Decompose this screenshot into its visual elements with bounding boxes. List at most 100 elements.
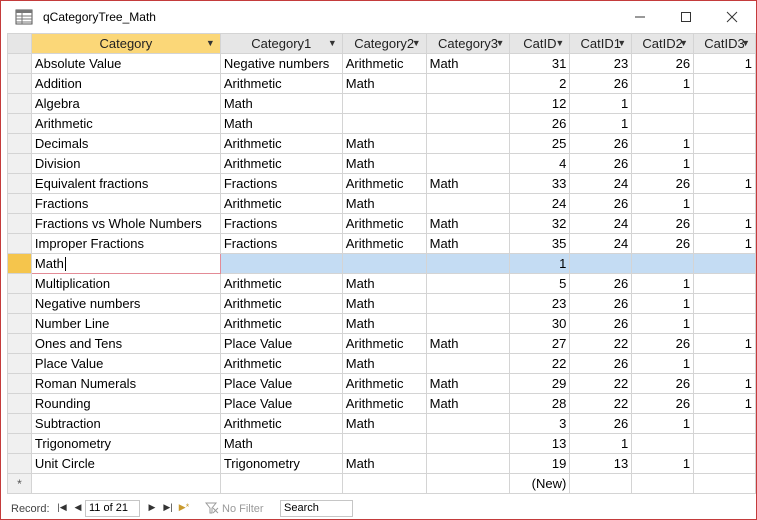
table-cell[interactable]: 1 [693, 373, 756, 394]
table-cell[interactable] [219, 253, 343, 274]
table-cell[interactable]: Arithmetic [219, 133, 343, 154]
table-cell[interactable]: Negative numbers [219, 53, 343, 74]
table-cell[interactable]: Math [341, 453, 427, 474]
table-cell[interactable]: Place Value [30, 353, 221, 374]
column-header-catid3[interactable]: CatID3 ▼ [693, 33, 756, 54]
table-cell[interactable]: Arithmetic [30, 113, 221, 134]
table-cell[interactable]: 3 [509, 413, 571, 434]
table-cell[interactable]: Arithmetic [341, 393, 427, 414]
table-cell[interactable] [425, 273, 511, 294]
table-cell[interactable] [693, 433, 756, 454]
table-cell[interactable]: Arithmetic [219, 353, 343, 374]
table-cell[interactable]: 1 [631, 273, 695, 294]
no-filter-button[interactable]: No Filter [222, 503, 264, 515]
table-cell[interactable]: Math [30, 253, 221, 274]
table-cell[interactable]: Math [341, 313, 427, 334]
record-selector[interactable] [7, 213, 32, 234]
table-cell[interactable]: Fractions [219, 173, 343, 194]
table-cell[interactable]: 26 [631, 333, 695, 354]
previous-record-icon[interactable]: ◀ [71, 502, 85, 513]
table-cell[interactable] [425, 313, 511, 334]
table-cell[interactable]: Ones and Tens [30, 333, 221, 354]
table-cell[interactable] [631, 473, 695, 494]
table-cell[interactable]: Rounding [30, 393, 221, 414]
table-cell[interactable]: Arithmetic [219, 273, 343, 294]
table-cell[interactable]: Equivalent fractions [30, 173, 221, 194]
table-cell[interactable]: 26 [509, 113, 571, 134]
dropdown-arrow-icon[interactable]: ▼ [679, 38, 688, 48]
record-selector[interactable] [7, 193, 32, 214]
table-cell[interactable]: Math [341, 353, 427, 374]
table-cell[interactable]: 26 [631, 173, 695, 194]
table-cell[interactable]: 26 [569, 353, 633, 374]
table-cell[interactable]: Math [219, 113, 343, 134]
table-row[interactable]: Trigonometry Math 13 1 [7, 433, 756, 454]
table-cell[interactable]: Math [425, 393, 511, 414]
table-cell[interactable]: 1 [693, 213, 756, 234]
table-cell[interactable]: 26 [569, 193, 633, 214]
table-cell[interactable] [693, 413, 756, 434]
table-cell[interactable]: 35 [509, 233, 571, 254]
table-cell[interactable]: 1 [693, 53, 756, 74]
table-cell[interactable] [425, 153, 511, 174]
column-header-catid[interactable]: CatID ▼ [509, 33, 571, 54]
table-cell[interactable] [341, 93, 427, 114]
table-cell[interactable]: Arithmetic [341, 53, 427, 74]
record-selector[interactable] [7, 133, 32, 154]
table-cell[interactable] [693, 313, 756, 334]
table-cell[interactable]: Math [341, 153, 427, 174]
table-cell[interactable] [425, 73, 511, 94]
next-record-icon[interactable]: ▶ [145, 502, 159, 513]
record-selector[interactable] [7, 253, 32, 274]
table-cell[interactable]: Number Line [30, 313, 221, 334]
table-row[interactable]: Improper Fractions Fractions Arithmetic Mat… [7, 233, 756, 254]
table-cell[interactable] [631, 253, 695, 274]
table-cell[interactable]: Arithmetic [341, 233, 427, 254]
table-cell[interactable] [425, 193, 511, 214]
table-cell[interactable]: Arithmetic [219, 193, 343, 214]
table-cell[interactable] [693, 353, 756, 374]
table-cell[interactable]: 1 [569, 113, 633, 134]
table-cell[interactable] [341, 113, 427, 134]
table-row[interactable]: Negative numbers Arithmetic Math 23 26 1 [7, 293, 756, 314]
table-cell[interactable]: Improper Fractions [30, 233, 221, 254]
table-row[interactable]: Math 1 [7, 253, 756, 274]
table-cell[interactable]: Roman Numerals [30, 373, 221, 394]
table-row[interactable]: Fractions Arithmetic Math 24 26 1 [7, 193, 756, 214]
table-cell[interactable]: 1 [631, 293, 695, 314]
table-cell[interactable]: 1 [569, 433, 633, 454]
table-cell[interactable]: Fractions [219, 213, 343, 234]
table-cell[interactable]: Math [425, 213, 511, 234]
table-row[interactable]: Fractions vs Whole Numbers Fractions Arith… [7, 213, 756, 234]
table-cell[interactable] [219, 473, 343, 494]
table-cell[interactable]: 24 [509, 193, 571, 214]
record-selector[interactable] [7, 293, 32, 314]
table-cell[interactable]: Place Value [219, 333, 343, 354]
table-cell[interactable]: Place Value [219, 373, 343, 394]
dropdown-arrow-icon[interactable]: ▼ [206, 38, 215, 48]
record-selector[interactable] [7, 273, 32, 294]
table-cell[interactable]: 13 [569, 453, 633, 474]
current-record-field[interactable]: 11 of 21 [85, 500, 140, 517]
table-cell[interactable]: 1 [631, 73, 695, 94]
table-cell[interactable]: 1 [693, 233, 756, 254]
table-cell[interactable]: Fractions [30, 193, 221, 214]
table-cell[interactable]: 26 [569, 133, 633, 154]
table-cell[interactable] [425, 113, 511, 134]
table-row[interactable]: Equivalent fractions Fractions Arithmetic M… [7, 173, 756, 194]
table-cell[interactable] [693, 113, 756, 134]
table-cell[interactable] [693, 73, 756, 94]
table-row[interactable]: Arithmetic Math 26 1 [7, 113, 756, 134]
table-cell[interactable] [425, 473, 511, 494]
table-cell[interactable]: 1 [631, 193, 695, 214]
table-cell[interactable] [30, 473, 221, 494]
table-cell[interactable]: Math [425, 173, 511, 194]
table-cell[interactable]: 33 [509, 173, 571, 194]
table-cell[interactable]: 1 [631, 453, 695, 474]
minimize-button[interactable] [617, 1, 663, 33]
table-cell[interactable]: Division [30, 153, 221, 174]
table-cell[interactable]: Math [425, 373, 511, 394]
select-all-corner[interactable] [7, 33, 32, 54]
table-cell[interactable]: 1 [693, 393, 756, 414]
table-cell[interactable] [569, 253, 633, 274]
